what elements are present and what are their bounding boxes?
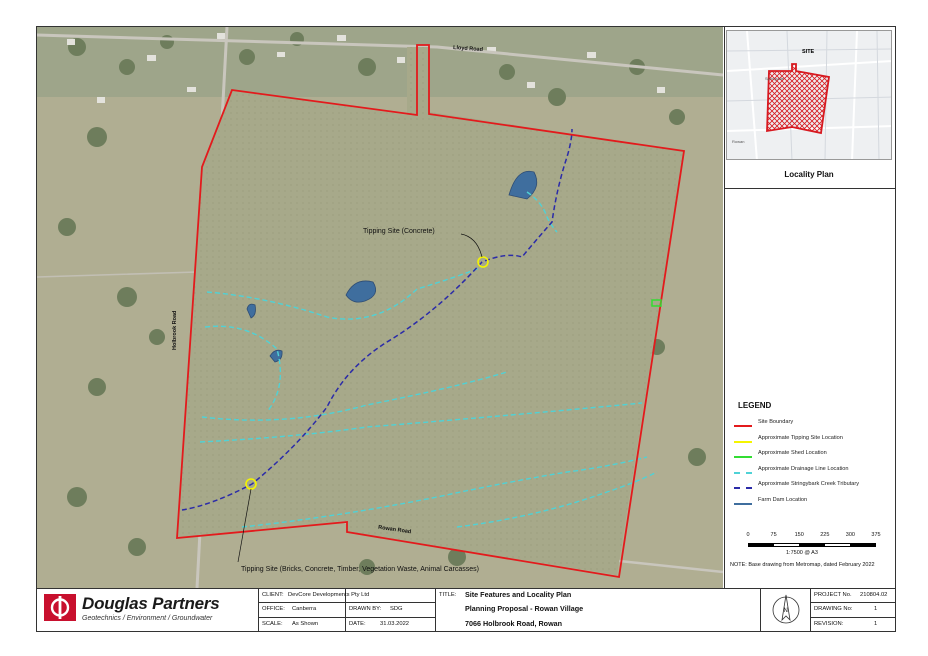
legend-swatch	[734, 425, 752, 427]
legend-swatch	[734, 456, 752, 458]
legend-label: Approximate Shed Location	[758, 450, 827, 456]
legend-swatch	[734, 487, 752, 489]
scale-segment	[799, 544, 825, 546]
drawing-no-label: DRAWING No:	[814, 606, 853, 612]
scale-bar: 0 75 150 225 300 375	[746, 532, 881, 547]
inset-site-label: SITE	[802, 49, 815, 55]
tb-divider	[810, 588, 811, 632]
scale-tick: 300	[845, 532, 855, 538]
legend-item: Approximate Tipping Site Location	[734, 434, 894, 450]
office-value: Canberra	[292, 606, 317, 612]
scale-tick: 375	[871, 532, 881, 538]
tb-divider	[435, 588, 436, 632]
legend-title: LEGEND	[738, 401, 772, 410]
inset-place-rowan: Rowan	[732, 139, 744, 144]
office-label: OFFICE:	[262, 606, 285, 612]
map-canvas	[37, 27, 723, 588]
scale-tick: 75	[770, 532, 777, 538]
date-value: 31.03.2022	[380, 621, 410, 627]
tb-divider	[760, 588, 761, 632]
drawing-title-2: Planning Proposal - Rowan Village	[465, 604, 584, 613]
label-tipping-bricks: Tipping Site (Bricks, Concrete, Timber, …	[241, 566, 479, 573]
inset-canvas: SITE Springvale Rowan	[727, 31, 891, 159]
scale-ticks: 0 75 150 225 300 375	[746, 532, 880, 542]
company-name: Douglas Partners	[82, 594, 220, 613]
legend-item: Approximate Stringybark Creek Tributary	[734, 480, 894, 496]
legend-item: Farm Dam Location	[734, 496, 894, 512]
tb-divider	[258, 602, 435, 603]
scale-tick: 225	[820, 532, 830, 538]
drawn-by-label: DRAWN BY:	[349, 606, 382, 612]
client-label: CLIENT:	[262, 592, 284, 598]
legend-swatch	[734, 502, 752, 505]
legend-item: Site Boundary	[734, 418, 894, 434]
scale-tick: 150	[794, 532, 804, 538]
tb-divider	[258, 617, 435, 618]
legend-label: Approximate Stringybark Creek Tributary	[758, 481, 860, 487]
drawing-no-value: 1	[874, 606, 878, 612]
legend-swatch	[734, 440, 752, 443]
legend-item: Approximate Drainage Line Location	[734, 465, 894, 481]
date-label: DATE:	[349, 621, 366, 627]
scale-ratio: 1:7500 @ A3	[786, 550, 818, 556]
scale-segment	[774, 544, 800, 546]
locality-plan-title: Locality Plan	[784, 170, 834, 179]
north-label: N	[784, 608, 788, 614]
locality-inset-map: SITE Springvale Rowan	[726, 30, 892, 160]
scale-segment	[749, 544, 775, 546]
label-tipping-concrete: Tipping Site (Concrete)	[363, 228, 435, 235]
revision-value: 1	[874, 621, 878, 627]
inset-divider	[724, 188, 895, 189]
scale-bar-body	[748, 543, 876, 547]
inset-place-springvale: Springvale	[765, 76, 785, 81]
company-tagline: Geotechnics / Environment / Groundwater	[82, 615, 213, 622]
drawing-title-3: 7066 Holbrook Road, Rowan	[465, 619, 563, 628]
north-arrow-icon: N	[772, 594, 800, 624]
revision-label: REVISION:	[814, 621, 844, 627]
legend-label: Approximate Drainage Line Location	[758, 465, 849, 472]
scale-tick: 0	[746, 532, 750, 538]
project-label: PROJECT No.	[814, 592, 852, 598]
scale-segment	[849, 544, 875, 546]
legend-label: Farm Dam Location	[758, 496, 808, 503]
title-label: TITLE:	[439, 592, 457, 598]
scale-segment	[824, 544, 850, 546]
legend-label: Approximate Tipping Site Location	[758, 434, 843, 441]
legend-item: Approximate Shed Location	[734, 449, 894, 465]
aerial-map	[37, 27, 723, 588]
project-value: 210804.02	[860, 592, 888, 598]
client-value: DevCore Developments Pty Ltd	[288, 592, 370, 598]
scale-label: SCALE:	[262, 621, 283, 627]
legend-label: Site Boundary	[758, 419, 794, 425]
tb-divider	[810, 602, 896, 603]
road-label-holbrook: Holbrook Road	[172, 310, 178, 350]
scale-value: As Shown	[292, 621, 319, 627]
base-drawing-note: NOTE: Base drawing from Metromap, dated …	[730, 562, 875, 568]
legend-swatch	[734, 471, 752, 474]
legend: Site Boundary Approximate Tipping Site Lo…	[734, 418, 894, 511]
tb-divider	[258, 588, 259, 632]
douglas-partners-logo-icon	[44, 594, 76, 621]
drawn-by-value: SDG	[390, 606, 403, 612]
tb-divider	[810, 617, 896, 618]
drawing-title-1: Site Features and Locality Plan	[465, 590, 572, 599]
